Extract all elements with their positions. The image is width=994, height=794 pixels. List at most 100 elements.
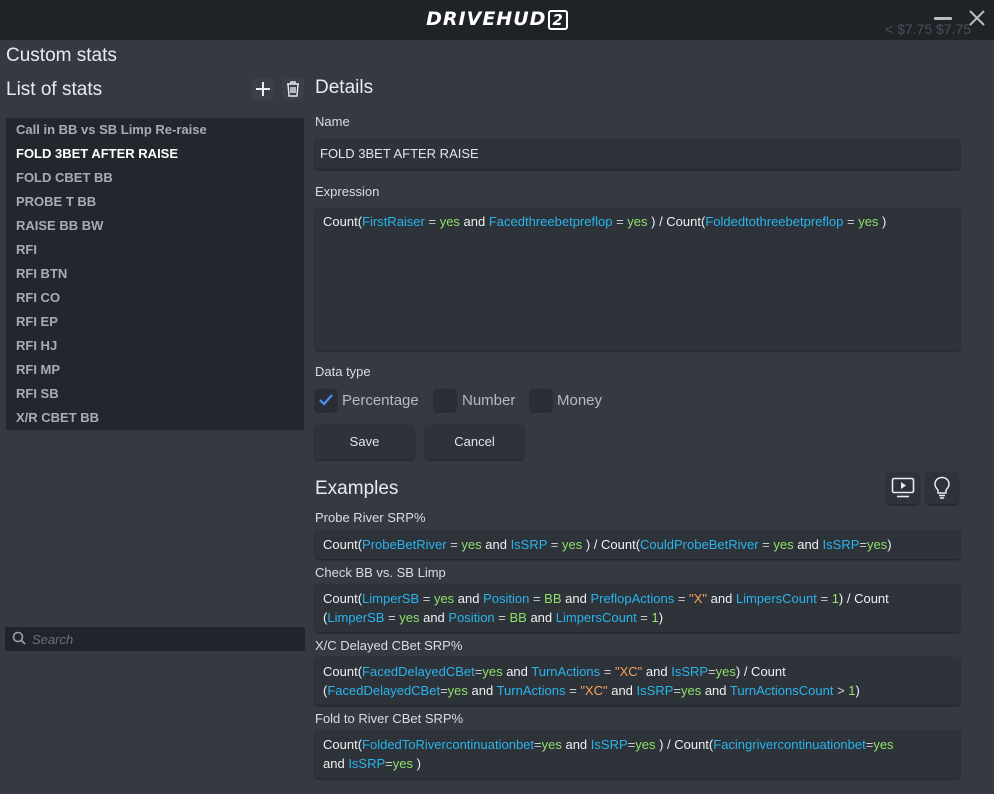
stat-list-item[interactable]: RFI bbox=[6, 238, 304, 262]
background-price-text: < $7.75 $7.75 bbox=[885, 21, 972, 37]
expression-token: and bbox=[459, 214, 489, 229]
add-stat-button[interactable] bbox=[252, 78, 274, 100]
expression-token: and bbox=[793, 537, 823, 552]
example-title: Probe River SRP% bbox=[315, 510, 426, 525]
expression-token: LimpersCount bbox=[735, 591, 817, 606]
expression-token: = bbox=[708, 664, 716, 679]
stat-list-item[interactable]: RFI MP bbox=[6, 358, 304, 382]
expression-token: and bbox=[526, 610, 556, 625]
stat-list-item[interactable]: RFI EP bbox=[6, 310, 304, 334]
stat-list-item[interactable]: FOLD 3BET AFTER RAISE bbox=[6, 142, 304, 166]
expression-token: "X" bbox=[689, 591, 707, 606]
page-title: Custom stats bbox=[6, 45, 117, 66]
expression-token: yes bbox=[715, 664, 736, 679]
expression-token: and bbox=[502, 664, 532, 679]
name-field[interactable]: FOLD 3BET AFTER RAISE bbox=[315, 139, 960, 169]
tips-button[interactable] bbox=[926, 472, 958, 504]
play-screen-icon bbox=[891, 477, 915, 498]
stat-list-item[interactable]: Call in BB vs SB Limp Re-raise bbox=[6, 118, 304, 142]
money-checkbox[interactable] bbox=[530, 389, 552, 411]
video-tutorial-button[interactable] bbox=[887, 472, 919, 504]
search-input[interactable] bbox=[32, 629, 292, 649]
stat-list-item[interactable]: RFI SB bbox=[6, 382, 304, 406]
save-button[interactable]: Save bbox=[315, 425, 414, 459]
number-label: Number bbox=[462, 392, 516, 409]
expression-token: BB bbox=[509, 610, 527, 625]
expression-token: and bbox=[561, 737, 591, 752]
expression-token: ) / Count( bbox=[655, 737, 714, 752]
expression-token: Facingrivercontinuationbet bbox=[713, 737, 866, 752]
example-expression[interactable]: Count(LimperSB = yes and Position = BB a… bbox=[315, 584, 960, 632]
search-box[interactable] bbox=[5, 627, 305, 651]
stat-list-item[interactable]: RFI CO bbox=[6, 286, 304, 310]
expression-token: Count( bbox=[323, 214, 363, 229]
expression-token: TurnActions bbox=[531, 664, 601, 679]
expression-token: = bbox=[758, 537, 774, 552]
trash-icon bbox=[287, 81, 299, 97]
example-title: Check BB vs. SB Limp bbox=[315, 565, 446, 580]
stat-list-item[interactable]: RAISE BB BW bbox=[6, 214, 304, 238]
expression-token: yes bbox=[399, 610, 420, 625]
stat-list-item[interactable]: PROBE T BB bbox=[6, 190, 304, 214]
expression-token: Position bbox=[448, 610, 495, 625]
expression-token: LimpersCount bbox=[555, 610, 637, 625]
expression-token: and bbox=[481, 537, 511, 552]
name-label: Name bbox=[315, 114, 350, 129]
logo-version: 2 bbox=[548, 10, 568, 30]
expression-token: IsSRP bbox=[510, 537, 548, 552]
expression-token: and bbox=[454, 591, 484, 606]
example-expression[interactable]: Count(FacedDelayedCBet=yes and TurnActio… bbox=[315, 657, 960, 705]
minimize-icon[interactable] bbox=[933, 8, 953, 34]
stat-list-item[interactable]: RFI BTN bbox=[6, 262, 304, 286]
expression-token: ) bbox=[658, 610, 664, 625]
expression-token: BB bbox=[544, 591, 562, 606]
lightbulb-icon bbox=[934, 476, 950, 499]
expression-token: IsSRP bbox=[822, 537, 860, 552]
expression-token: = bbox=[673, 683, 681, 698]
expression-token: CouldProbeBetRiver bbox=[640, 537, 759, 552]
logo-text: DRIVEHUD bbox=[426, 8, 547, 30]
expression-token: yes bbox=[680, 683, 702, 698]
delete-stat-button[interactable] bbox=[282, 78, 304, 100]
expression-token: IsSRP bbox=[590, 737, 628, 752]
list-of-stats-heading: List of stats bbox=[6, 79, 103, 100]
percentage-checkbox[interactable] bbox=[315, 389, 337, 411]
expression-token: ) / Count bbox=[735, 664, 786, 679]
title-bar: DRIVEHUD 2 < $7.75 $7.75 bbox=[0, 0, 994, 40]
number-checkbox[interactable] bbox=[434, 389, 456, 411]
example-expression[interactable]: Count(ProbeBetRiver = yes and IsSRP = ye… bbox=[315, 530, 960, 559]
expression-token: = bbox=[565, 683, 581, 698]
expression-token: = bbox=[419, 591, 434, 606]
expression-token: TurnActionsCount bbox=[729, 683, 834, 698]
percentage-label: Percentage bbox=[342, 392, 419, 409]
expression-token: "XC" bbox=[615, 664, 643, 679]
stat-list-item[interactable]: RFI HJ bbox=[6, 334, 304, 358]
expression-token: = bbox=[534, 737, 542, 752]
expression-token: ) bbox=[878, 214, 887, 229]
expression-token: Foldedtothreebetpreflop bbox=[705, 214, 844, 229]
expression-token: and bbox=[419, 610, 449, 625]
expression-token: Count( bbox=[323, 537, 363, 552]
expression-token: Count( bbox=[323, 591, 363, 606]
expression-token: = bbox=[494, 610, 510, 625]
expression-token: yes bbox=[873, 737, 894, 752]
data-type-label: Data type bbox=[315, 364, 371, 379]
expression-token: TurnActions bbox=[496, 683, 566, 698]
example-expression[interactable]: Count(FoldedToRivercontinuationbet=yes a… bbox=[315, 730, 960, 778]
expression-token: = bbox=[529, 591, 545, 606]
expression-token: = bbox=[612, 214, 628, 229]
expression-token: and bbox=[467, 683, 497, 698]
search-icon bbox=[12, 631, 26, 645]
expression-token: = bbox=[636, 610, 652, 625]
expression-token: = bbox=[816, 591, 832, 606]
stat-list-item[interactable]: X/R CBET BB bbox=[6, 406, 304, 430]
expression-token: yes bbox=[562, 537, 583, 552]
expression-label: Expression bbox=[315, 184, 380, 199]
expression-token: = bbox=[440, 683, 448, 698]
cancel-button[interactable]: Cancel bbox=[425, 425, 524, 459]
expression-token: FacedDelayedCBet bbox=[362, 664, 475, 679]
expression-token: and bbox=[642, 664, 672, 679]
close-icon[interactable] bbox=[967, 8, 987, 34]
expression-field[interactable]: Count(FirstRaiser = yes and Facedthreebe… bbox=[315, 208, 960, 350]
stat-list-item[interactable]: FOLD CBET BB bbox=[6, 166, 304, 190]
